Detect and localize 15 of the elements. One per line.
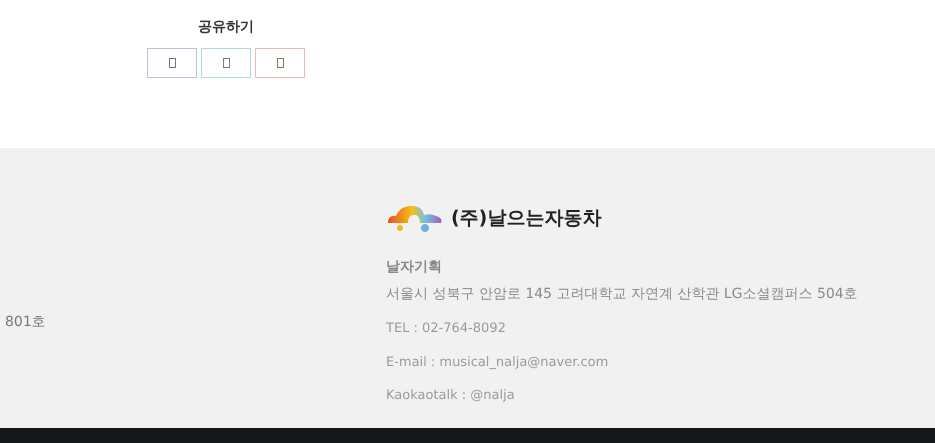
share-button[interactable] bbox=[255, 48, 305, 78]
logo-icon bbox=[386, 203, 443, 233]
share-button[interactable] bbox=[201, 48, 251, 78]
organization-name: 날자기획 bbox=[386, 258, 443, 277]
address-fragment: 801호 bbox=[5, 314, 46, 330]
rectangle-icon bbox=[276, 58, 284, 68]
share-button[interactable] bbox=[147, 48, 197, 78]
contact-info: Kaokaotalk : @nalja bbox=[386, 387, 516, 405]
contact-info: E-mail : musical_nalja@naver.com bbox=[386, 354, 610, 372]
share-heading: 공유하기 bbox=[198, 18, 254, 37]
company-name: (주)날으는자동차 bbox=[451, 206, 602, 231]
rectangle-icon bbox=[168, 58, 176, 68]
contact-info: TEL : 02-764-8092 bbox=[386, 320, 507, 338]
address: 서울시 성북구 안암로 145 고려대학교 자연계 산학관 LG소셜캠퍼스 504호 bbox=[386, 285, 858, 304]
rectangle-icon bbox=[222, 58, 230, 68]
